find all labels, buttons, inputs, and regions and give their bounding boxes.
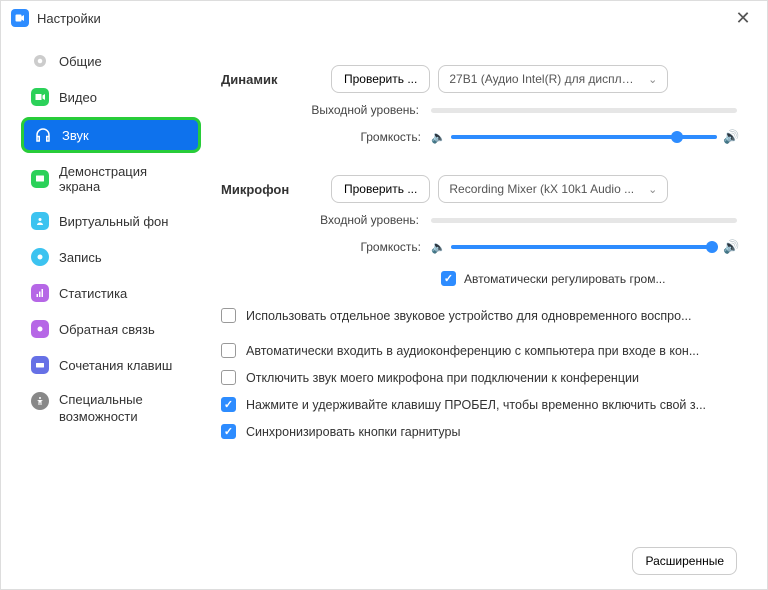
auto-adjust-label: Автоматически регулировать гром... xyxy=(464,272,665,286)
chevron-down-icon: ⌄ xyxy=(648,183,657,196)
volume-low-icon: 🔈 xyxy=(431,130,445,144)
speaker-device-value: 27B1 (Аудио Intel(R) для дисплее... xyxy=(449,72,639,86)
sidebar-item-general[interactable]: Общие xyxy=(21,45,201,77)
sidebar-item-accessibility[interactable]: Специальные возможности xyxy=(21,385,201,433)
virtual-bg-icon xyxy=(31,212,49,230)
test-mic-button[interactable]: Проверить ... xyxy=(331,175,430,203)
separate-device-checkbox[interactable] xyxy=(221,308,236,323)
mic-volume-slider[interactable] xyxy=(451,245,717,249)
chevron-down-icon: ⌄ xyxy=(648,73,657,86)
speaker-device-select[interactable]: 27B1 (Аудио Intel(R) для дисплее... ⌄ xyxy=(438,65,668,93)
sidebar-item-audio[interactable]: Звук xyxy=(21,117,201,153)
mute-on-join-checkbox[interactable] xyxy=(221,370,236,385)
volume-high-icon: 🔊 xyxy=(723,239,737,255)
sidebar-item-label: Виртуальный фон xyxy=(59,214,168,229)
sidebar-item-share-screen[interactable]: Демонстрация экрана xyxy=(21,157,201,201)
auto-adjust-checkbox[interactable] xyxy=(441,271,456,286)
settings-panel: Динамик Проверить ... 27B1 (Аудио Intel(… xyxy=(211,35,767,589)
gear-icon xyxy=(31,52,49,70)
sidebar-item-feedback[interactable]: Обратная связь xyxy=(21,313,201,345)
sidebar-item-label: Демонстрация экрана xyxy=(59,164,191,194)
sync-headset-label: Синхронизировать кнопки гарнитуры xyxy=(246,425,460,439)
app-icon xyxy=(11,9,29,27)
test-speaker-button[interactable]: Проверить ... xyxy=(331,65,430,93)
sidebar-item-recording[interactable]: Запись xyxy=(21,241,201,273)
close-button[interactable]: ✕ xyxy=(729,4,757,32)
auto-join-audio-checkbox[interactable] xyxy=(221,343,236,358)
sidebar-item-video[interactable]: Видео xyxy=(21,81,201,113)
output-level-label: Выходной уровень: xyxy=(221,103,431,117)
sidebar-item-statistics[interactable]: Статистика xyxy=(21,277,201,309)
sidebar-item-label: Специальные возможности xyxy=(59,392,191,426)
space-unmute-checkbox[interactable] xyxy=(221,397,236,412)
advanced-button[interactable]: Расширенные xyxy=(632,547,737,575)
sidebar-item-shortcuts[interactable]: Сочетания клавиш xyxy=(21,349,201,381)
input-level-label: Входной уровень: xyxy=(221,213,431,227)
speaker-volume-label: Громкость: xyxy=(221,130,431,144)
mute-on-join-label: Отключить звук моего микрофона при подкл… xyxy=(246,371,639,385)
speaker-section-label: Динамик xyxy=(221,72,331,87)
sidebar-item-label: Статистика xyxy=(59,286,127,301)
output-level-meter xyxy=(431,108,737,113)
sidebar-item-label: Обратная связь xyxy=(59,322,155,337)
sidebar-item-label: Запись xyxy=(59,250,102,265)
volume-low-icon: 🔈 xyxy=(431,240,445,254)
accessibility-icon xyxy=(31,392,49,410)
mic-volume-label: Громкость: xyxy=(221,240,431,254)
separate-device-label: Использовать отдельное звуковое устройст… xyxy=(246,309,691,323)
video-icon xyxy=(31,88,49,106)
keyboard-icon xyxy=(31,356,49,374)
mic-section-label: Микрофон xyxy=(221,182,331,197)
space-unmute-label: Нажмите и удерживайте клавишу ПРОБЕЛ, чт… xyxy=(246,398,706,412)
record-icon xyxy=(31,248,49,266)
headphones-icon xyxy=(34,126,52,144)
window-title: Настройки xyxy=(37,11,729,26)
stats-icon xyxy=(31,284,49,302)
feedback-icon xyxy=(31,320,49,338)
mic-device-select[interactable]: Recording Mixer (kX 10k1 Audio ... ⌄ xyxy=(438,175,668,203)
speaker-volume-slider[interactable] xyxy=(451,135,717,139)
sidebar-item-label: Видео xyxy=(59,90,97,105)
sync-headset-checkbox[interactable] xyxy=(221,424,236,439)
volume-high-icon: 🔊 xyxy=(723,129,737,145)
sidebar-item-label: Общие xyxy=(59,54,102,69)
sidebar-item-label: Звук xyxy=(62,128,89,143)
input-level-meter xyxy=(431,218,737,223)
mic-device-value: Recording Mixer (kX 10k1 Audio ... xyxy=(449,182,634,196)
sidebar: Общие Видео Звук Демонстрация экрана Вир… xyxy=(1,35,211,589)
share-screen-icon xyxy=(31,170,49,188)
auto-join-audio-label: Автоматически входить в аудиоконференцию… xyxy=(246,344,699,358)
sidebar-item-virtual-bg[interactable]: Виртуальный фон xyxy=(21,205,201,237)
sidebar-item-label: Сочетания клавиш xyxy=(59,358,172,373)
titlebar: Настройки ✕ xyxy=(1,1,767,35)
